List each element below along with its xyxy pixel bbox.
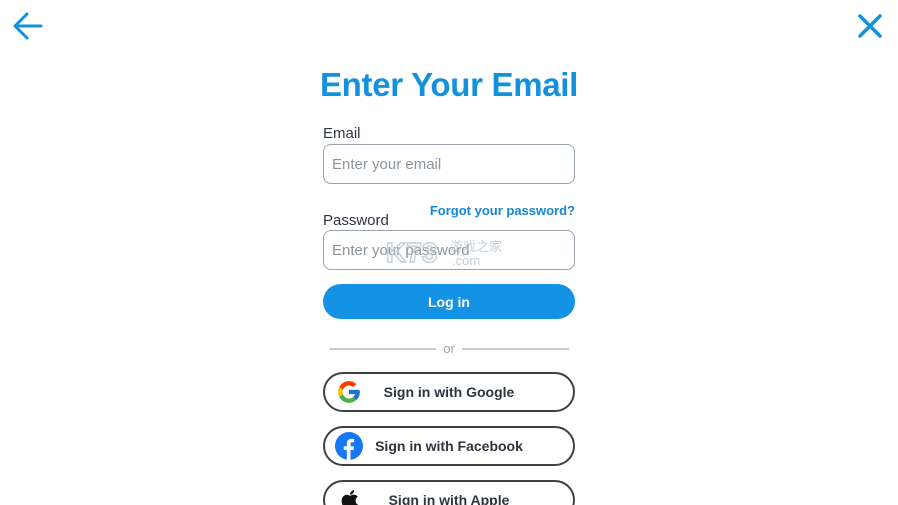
email-label: Email xyxy=(323,125,361,142)
google-signin-label: Sign in with Google xyxy=(383,384,515,400)
login-screen: Enter Your Email Email Password Forgot y… xyxy=(0,0,898,505)
arrow-left-icon xyxy=(13,12,43,40)
close-button[interactable] xyxy=(852,8,888,44)
divider-line-right xyxy=(462,348,569,350)
facebook-signin-button[interactable]: Sign in with Facebook xyxy=(323,426,575,466)
password-label: Password xyxy=(323,212,389,229)
apple-signin-button[interactable]: Sign in with Apple xyxy=(323,480,575,505)
facebook-signin-label: Sign in with Facebook xyxy=(375,438,523,454)
google-signin-button[interactable]: Sign in with Google xyxy=(323,372,575,412)
apple-signin-label: Sign in with Apple xyxy=(388,492,510,505)
divider-line-left xyxy=(330,348,436,350)
page-title: Enter Your Email xyxy=(319,66,579,103)
password-field[interactable] xyxy=(323,230,575,270)
close-icon xyxy=(858,14,882,38)
forgot-password-link[interactable]: Forgot your password? xyxy=(420,203,575,218)
login-button[interactable]: Log in xyxy=(323,284,575,319)
email-field[interactable] xyxy=(323,144,575,184)
or-divider-text: or xyxy=(443,341,455,356)
back-button[interactable] xyxy=(10,8,46,44)
